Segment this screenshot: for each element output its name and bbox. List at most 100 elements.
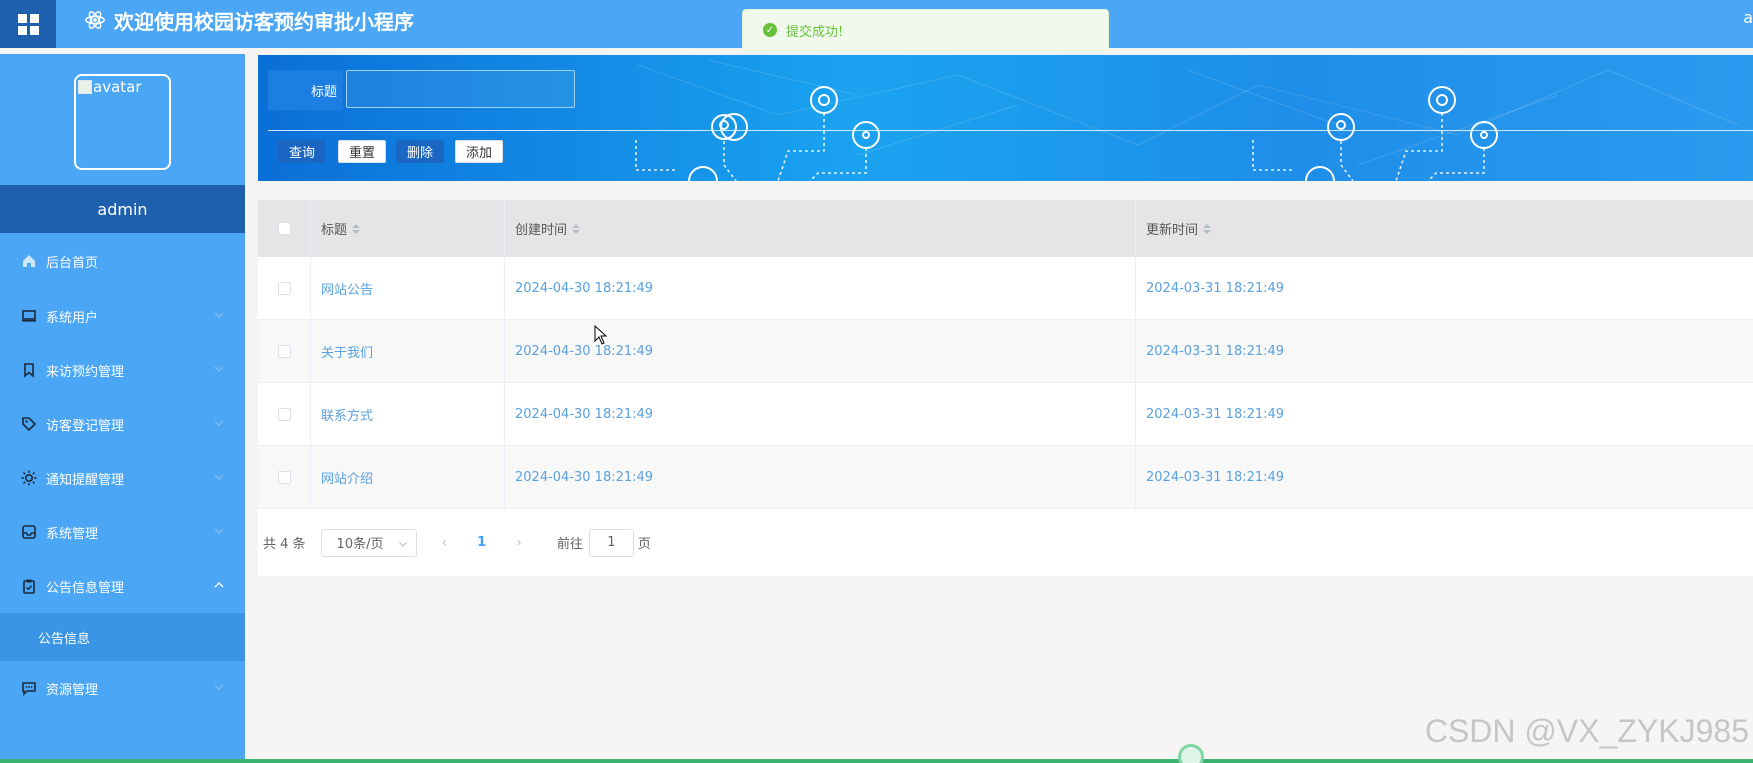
page-size-select[interactable]: 10条/页 <box>320 528 417 557</box>
sidebar: avatar admin 后台首页 系统用户 来访预约管理 访客登记管理 通知提… <box>0 54 245 763</box>
search-banner: 标题 查询 重置 删除 添加 <box>258 55 1753 181</box>
sidebar-item-label: 资源管理 <box>46 682 99 698</box>
table-row: 联系方式 2024-04-30 18:21:49 2024-03-31 18:2… <box>258 383 1753 446</box>
chevron-down-icon <box>214 474 224 480</box>
sidebar-item-resources[interactable]: 资源管理 <box>0 661 245 715</box>
row-select-cell <box>258 383 311 445</box>
sidebar-item-label: 后台首页 <box>46 255 99 271</box>
success-toast: ✓ 提交成功! <box>742 9 1109 51</box>
chevron-down-icon <box>398 541 407 547</box>
sun-icon <box>20 469 38 487</box>
user-menu[interactable]: a <box>1743 8 1753 27</box>
sort-icon[interactable] <box>572 223 581 234</box>
add-button[interactable]: 添加 <box>455 140 503 163</box>
next-page-button[interactable]: › <box>516 535 522 551</box>
row-checkbox[interactable] <box>277 407 291 421</box>
sidebar-subitem-announcement-info[interactable]: 公告信息 <box>0 613 245 661</box>
watermark: CSDN @VX_ZYKJ985 <box>1424 713 1749 749</box>
column-header-title[interactable]: 标题 <box>311 200 505 257</box>
pagination-total: 共 4 条 <box>263 537 306 552</box>
sidebar-item-system-users[interactable]: 系统用户 <box>0 289 245 343</box>
cell-title[interactable]: 网站介绍 <box>311 446 505 508</box>
monitor-icon <box>20 307 38 325</box>
sidebar-item-label: 系统用户 <box>46 310 99 326</box>
select-all-checkbox[interactable] <box>277 222 291 235</box>
sidebar-item-label: 通知提醒管理 <box>46 472 125 488</box>
sidebar-item-visit-appointments[interactable]: 来访预约管理 <box>0 343 245 397</box>
table-row: 网站介绍 2024-04-30 18:21:49 2024-03-31 18:2… <box>258 446 1753 509</box>
sidebar-item-notifications[interactable]: 通知提醒管理 <box>0 451 245 505</box>
page-number-current[interactable]: 1 <box>477 535 486 550</box>
avatar-alt-text: avatar <box>93 78 142 96</box>
loading-indicator-icon <box>1178 744 1204 763</box>
home-icon <box>20 252 38 270</box>
sidebar-item-label: 来访预约管理 <box>46 364 125 380</box>
column-header-label: 标题 <box>321 223 348 238</box>
column-header-created[interactable]: 创建时间 <box>505 200 1136 257</box>
chevron-down-icon <box>214 420 224 426</box>
cell-title[interactable]: 网站公告 <box>311 257 505 319</box>
avatar: avatar <box>74 74 171 170</box>
chevron-down-icon <box>214 684 224 690</box>
username: admin <box>97 199 148 219</box>
broken-image-icon <box>78 80 92 94</box>
sort-icon[interactable] <box>1203 223 1212 234</box>
reset-button[interactable]: 重置 <box>338 140 386 163</box>
row-select-cell <box>258 257 311 319</box>
goto-page-input[interactable]: 1 <box>588 528 634 557</box>
sidebar-menu: 后台首页 系统用户 来访预约管理 访客登记管理 通知提醒管理 系统管理 公告信息… <box>0 233 245 715</box>
cell-title[interactable]: 关于我们 <box>311 320 505 382</box>
bookmark-icon <box>20 361 38 379</box>
table-row: 网站公告 2024-04-30 18:21:49 2024-03-31 18:2… <box>258 257 1753 320</box>
cell-created: 2024-04-30 18:21:49 <box>505 383 1136 445</box>
sidebar-item-label: 访客登记管理 <box>46 418 125 434</box>
bottom-progress-line <box>0 759 1753 763</box>
query-button[interactable]: 查询 <box>278 140 326 163</box>
check-circle-icon: ✓ <box>763 23 777 37</box>
cell-created: 2024-04-30 18:21:49 <box>505 446 1136 508</box>
pagination: 共 4 条 10条/页 ‹ 1 › 前往 1 页 <box>258 509 1753 576</box>
row-checkbox[interactable] <box>277 470 291 484</box>
chevron-down-icon <box>214 528 224 534</box>
mouse-cursor-icon <box>594 325 608 345</box>
app-title: 欢迎使用校园访客预约审批小程序 <box>84 8 414 34</box>
sidebar-item-system-management[interactable]: 系统管理 <box>0 505 245 559</box>
prev-page-button[interactable]: ‹ <box>442 535 448 551</box>
search-title-label: 标题 <box>268 70 343 110</box>
sidebar-item-home[interactable]: 后台首页 <box>0 233 245 289</box>
grid-icon <box>17 13 39 35</box>
menu-grid-button[interactable] <box>0 0 56 48</box>
row-checkbox[interactable] <box>277 344 291 358</box>
sidebar-item-visitor-registration[interactable]: 访客登记管理 <box>0 397 245 451</box>
goto-label: 前往 <box>556 537 583 552</box>
toast-message: 提交成功! <box>786 24 844 40</box>
message-icon <box>20 679 38 697</box>
chevron-up-icon <box>214 582 224 588</box>
row-select-cell <box>258 320 311 382</box>
app-title-text: 欢迎使用校园访客预约审批小程序 <box>114 9 414 34</box>
row-checkbox[interactable] <box>277 281 291 295</box>
chevron-down-icon <box>214 312 224 318</box>
cell-updated: 2024-03-31 18:21:49 <box>1146 280 1285 296</box>
search-title-input[interactable] <box>346 70 575 108</box>
sidebar-item-label: 公告信息管理 <box>46 580 125 596</box>
page-size-value: 10条/页 <box>336 537 384 552</box>
table-row: 关于我们 2024-04-30 18:21:49 2024-03-31 18:2… <box>258 320 1753 383</box>
cell-created: 2024-04-30 18:21:49 <box>505 257 1136 319</box>
username-bar: admin <box>0 185 245 233</box>
announcement-table: 标题 创建时间 更新时间 网站公告 2024-04-30 18:21:49 20… <box>258 200 1753 509</box>
sidebar-subitem-label: 公告信息 <box>38 631 91 647</box>
sort-icon[interactable] <box>352 223 361 234</box>
column-header-updated[interactable]: 更新时间 <box>1136 200 1753 257</box>
clipboard-icon <box>20 577 38 595</box>
cell-title[interactable]: 联系方式 <box>311 383 505 445</box>
atom-logo-icon <box>85 11 105 29</box>
column-header-label: 更新时间 <box>1146 223 1199 238</box>
inbox-icon <box>20 523 38 541</box>
cell-updated: 2024-03-31 18:21:49 <box>1146 343 1285 359</box>
tag-icon <box>20 415 38 433</box>
sidebar-item-announcements[interactable]: 公告信息管理 <box>0 559 245 613</box>
table-header: 标题 创建时间 更新时间 <box>258 200 1753 257</box>
delete-button[interactable]: 删除 <box>396 140 444 163</box>
page-suffix-label: 页 <box>637 537 651 552</box>
